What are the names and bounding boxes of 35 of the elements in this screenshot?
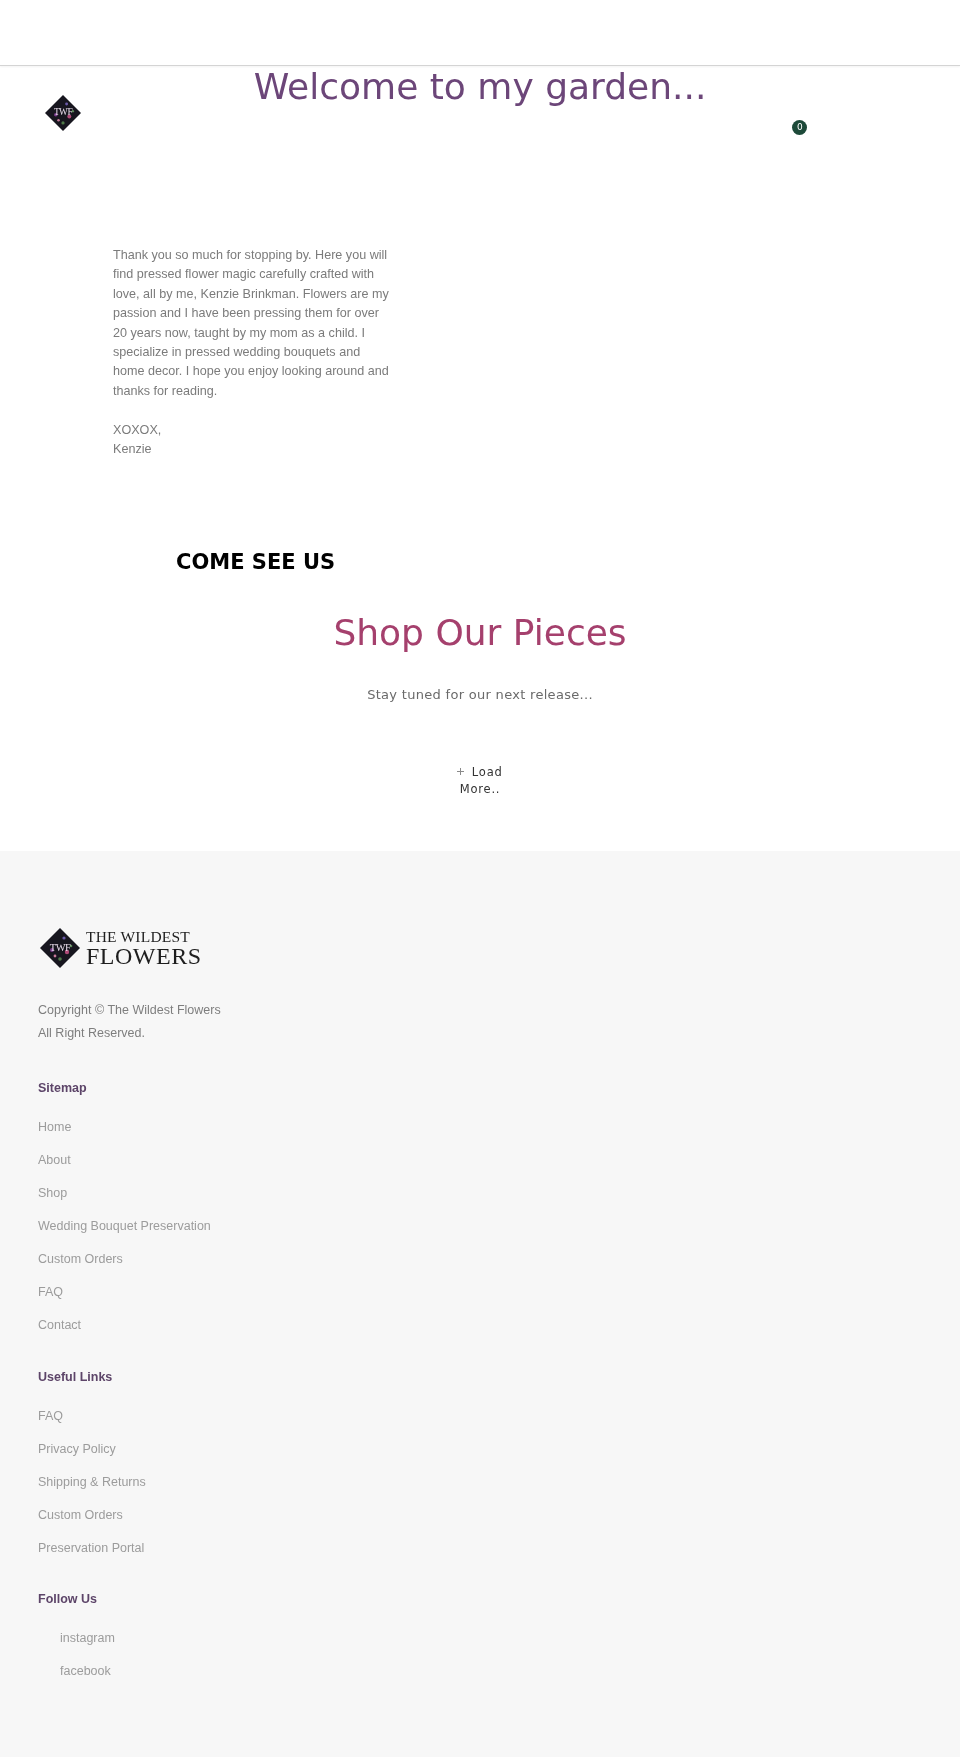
section-heading: COME SEE US [176,550,336,575]
shop-heading: Shop Our Pieces [333,611,627,656]
diamond-icon [40,928,80,969]
logo-monogram: TWF [49,943,71,954]
brand-name: THE WILDEST [86,929,190,946]
footer-link[interactable]: instagram [60,1630,115,1647]
footer-link[interactable]: Shop [38,1185,68,1202]
diamond-icon [45,95,81,131]
footer-link[interactable]: FAQ [38,1284,63,1301]
footer-link[interactable]: Custom Orders [38,1251,123,1268]
footer-link[interactable]: Wedding Bouquet Preservation [38,1218,211,1235]
load-more-button[interactable]: Load More.. [452,763,508,798]
cart-count-badge[interactable]: 0 [792,120,808,135]
signoff-line: Kenzie [113,441,152,459]
intro-paragraph: Thank you so much for stopping by. Here you will find pressed flower magic carefully crafted with love, all by me, Kenzie Brinkman. Flowers are my passion and I have been pressing them for over 20 years now, taught by my mom as a child. I specialize in pressed wedding bouquets and home decor. I hope you enjoy looking around and thanks for reading. [113,247,389,400]
footer-link[interactable]: Privacy Policy [38,1440,116,1457]
page-title: Welcome to my garden... [253,67,707,107]
footer-link[interactable]: Contact [38,1317,82,1334]
footer-link[interactable]: Custom Orders [38,1506,123,1523]
copyright-text: Copyright © The Wildest Flowers [38,1001,221,1019]
footer-link[interactable]: Shipping & Returns [38,1473,146,1490]
footer-link[interactable]: FAQ [38,1407,63,1424]
copyright-text: All Right Reserved. [38,1024,145,1042]
logo-monogram: TWF [53,108,73,118]
brand-name: FLOWERS [86,945,202,968]
plus-icon [457,767,465,775]
footer-link[interactable]: Preservation Portal [38,1539,145,1556]
signoff-line: XOXOX, [113,421,162,439]
footer-heading: Follow Us [38,1591,98,1609]
release-message: Stay tuned for our next release... [367,686,593,705]
footer-link[interactable]: facebook [60,1663,111,1680]
footer-link[interactable]: About [38,1152,71,1169]
footer-heading: Sitemap [38,1080,87,1098]
footer-link[interactable]: Home [38,1119,72,1136]
footer-heading: Useful Links [38,1368,113,1386]
